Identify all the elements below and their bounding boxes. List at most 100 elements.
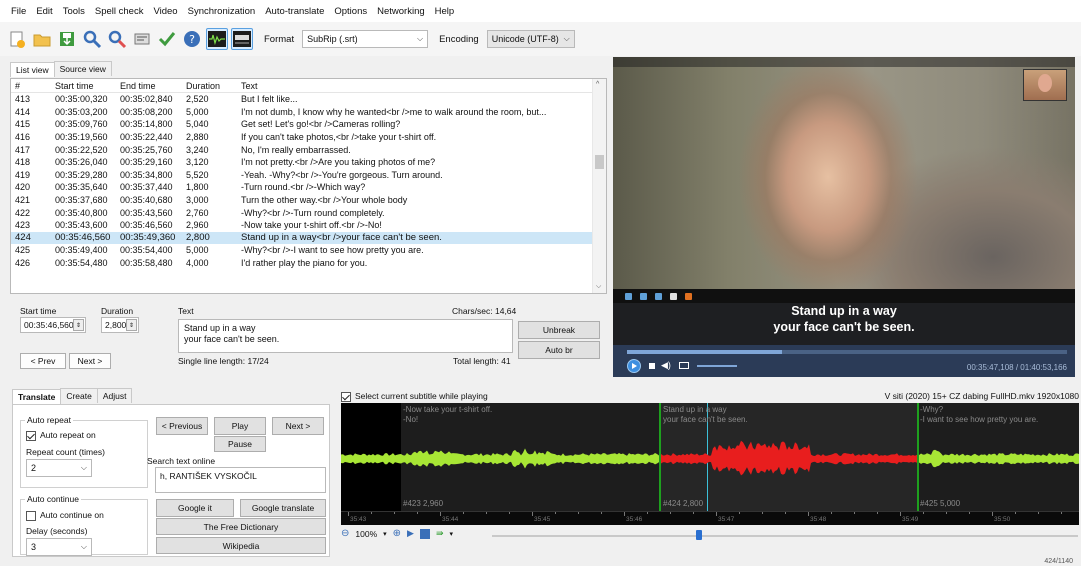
tab-translate[interactable]: Translate: [12, 389, 62, 404]
table-row[interactable]: 419 00:35:29,280 00:35:34,800 5,520 -Yeah. -…: [11, 169, 606, 182]
pause-button[interactable]: Pause: [214, 436, 266, 452]
menu-spell-check[interactable]: Spell check: [90, 6, 149, 17]
table-row[interactable]: 424 00:35:46,560 00:35:49,360 2,800 Stand up…: [11, 231, 606, 245]
table-row[interactable]: 421 00:35:37,680 00:35:40,680 3,000 Turn the…: [11, 194, 606, 207]
table-row[interactable]: 416 00:35:19,560 00:35:22,440 2,880 If you c…: [11, 131, 606, 144]
table-row[interactable]: 420 00:35:35,640 00:35:37,440 1,800 -Turn ro…: [11, 181, 606, 194]
menu-edit[interactable]: Edit: [31, 6, 57, 17]
table-row[interactable]: 422 00:35:40,800 00:35:43,560 2,760 -Why?<br…: [11, 206, 606, 219]
auto-continue-checkbox[interactable]: Auto continue on: [26, 510, 104, 521]
col-start-time[interactable]: Start time: [55, 81, 120, 91]
menu-tools[interactable]: Tools: [58, 6, 90, 17]
timeline-tick: [900, 512, 901, 516]
table-row[interactable]: 426 00:35:54,480 00:35:58,480 4,000 I'd rath…: [11, 257, 606, 270]
scroll-up-icon[interactable]: ^: [596, 81, 599, 88]
menu-auto-translate[interactable]: Auto-translate: [260, 6, 329, 17]
volume-slider[interactable]: [697, 365, 737, 367]
chevron-down-icon[interactable]: ▾: [450, 530, 454, 538]
list-scroll-thumb[interactable]: [595, 155, 604, 169]
new-file-icon[interactable]: [6, 28, 28, 50]
col-number[interactable]: #: [11, 81, 55, 91]
find-icon[interactable]: [81, 28, 103, 50]
fullscreen-icon[interactable]: [679, 362, 689, 369]
prev-button[interactable]: < Prev: [20, 353, 66, 369]
google-it-button[interactable]: Google it: [156, 499, 234, 517]
checkbox-checked-icon[interactable]: [341, 391, 351, 402]
video-player[interactable]: Stand up in a way your face can't be see…: [613, 57, 1075, 377]
start-time-field[interactable]: 00:35:46,560 ⇕: [20, 317, 86, 333]
checkbox-unchecked-icon[interactable]: [26, 510, 36, 521]
help-icon[interactable]: ?: [181, 28, 203, 50]
save-icon[interactable]: [56, 28, 78, 50]
tab-source-view[interactable]: Source view: [53, 61, 112, 76]
menu-video[interactable]: Video: [148, 6, 182, 17]
subtitle-text-editor[interactable]: Stand up in a way your face can't be see…: [178, 319, 513, 353]
fix-errors-icon[interactable]: [131, 28, 153, 50]
search-text-input[interactable]: h, RANTIŠEK VYSKOČIL: [155, 467, 326, 493]
table-row[interactable]: 423 00:35:43,600 00:35:46,560 2,960 -Now tak…: [11, 219, 606, 232]
next-subtitle-button[interactable]: Next >: [272, 417, 324, 435]
table-row[interactable]: 414 00:35:03,200 00:35:08,200 5,000 I'm not …: [11, 106, 606, 119]
play-selection-icon[interactable]: ▶: [407, 528, 414, 539]
checkbox-checked-icon[interactable]: [26, 430, 36, 441]
bottom-tabs: Translate Create Adjust: [12, 388, 133, 404]
cell-start-time: 00:35:26,040: [55, 157, 108, 168]
waveform-position-track[interactable]: [492, 535, 1078, 537]
menu-help[interactable]: Help: [430, 6, 460, 17]
google-translate-button[interactable]: Google translate: [240, 499, 326, 517]
auto-repeat-checkbox[interactable]: Auto repeat on: [26, 430, 96, 441]
zoom-in-icon[interactable]: ⊕: [393, 528, 401, 539]
menu-file[interactable]: File: [6, 6, 31, 17]
spectrogram-icon[interactable]: [419, 528, 430, 539]
play-button[interactable]: Play: [214, 417, 266, 435]
video-toggle-icon[interactable]: [231, 28, 253, 50]
table-row[interactable]: 418 00:35:26,040 00:35:29,160 3,120 I'm not …: [11, 156, 606, 169]
spin-icon[interactable]: ⇕: [126, 319, 137, 331]
list-scrollbar[interactable]: ^ ⌵: [592, 79, 606, 293]
chevron-down-icon[interactable]: ▾: [383, 530, 387, 538]
spell-check-icon[interactable]: [156, 28, 178, 50]
waveform-position-thumb[interactable]: [696, 530, 702, 540]
previous-button[interactable]: < Previous: [156, 417, 208, 435]
taskbar-icon: [625, 292, 632, 300]
volume-icon[interactable]: ◀): [661, 360, 671, 371]
menu-synchronization[interactable]: Synchronization: [183, 6, 261, 17]
table-row[interactable]: 425 00:35:49,400 00:35:54,400 5,000 -Why?<br…: [11, 244, 606, 257]
scroll-down-icon[interactable]: ⌵: [596, 283, 601, 291]
play-icon[interactable]: [627, 359, 641, 373]
stop-icon[interactable]: [649, 363, 655, 369]
free-dictionary-button[interactable]: The Free Dictionary: [156, 518, 326, 535]
col-end-time[interactable]: End time: [120, 81, 186, 91]
next-button[interactable]: Next >: [69, 353, 111, 369]
duration-field[interactable]: 2,800 ⇕: [101, 317, 139, 333]
tab-create[interactable]: Create: [60, 388, 98, 403]
zoom-out-icon[interactable]: ⊖: [341, 528, 349, 539]
replace-icon[interactable]: [106, 28, 128, 50]
menu-options[interactable]: Options: [329, 6, 372, 17]
table-row[interactable]: 417 00:35:22,520 00:35:25,760 3,240 No, I'm …: [11, 143, 606, 156]
wikipedia-button[interactable]: Wikipedia: [156, 537, 326, 554]
col-duration[interactable]: Duration: [186, 81, 241, 91]
unbreak-button[interactable]: Unbreak: [518, 321, 600, 339]
delay-select[interactable]: 3 ⌵: [26, 538, 92, 556]
waveform-timeline[interactable]: 35:43 35:44 35:45 35:46 35:47 35:48 35:49 35:50…: [341, 511, 1079, 525]
menu-networking[interactable]: Networking: [372, 6, 430, 17]
tab-list-view[interactable]: List view: [10, 62, 55, 77]
audio-waveform[interactable]: -Now take your t-shirt off. -No! Stand u…: [341, 403, 1079, 525]
select-current-checkbox[interactable]: Select current subtitle while playing: [341, 391, 488, 402]
repeat-count-select[interactable]: 2 ⌵: [26, 459, 92, 477]
col-text[interactable]: Text: [241, 81, 581, 91]
encoding-select[interactable]: Unicode (UTF-8) ⌵: [486, 30, 575, 48]
waveform-toggle-icon[interactable]: [206, 28, 228, 50]
tab-adjust[interactable]: Adjust: [96, 388, 133, 403]
seek-forward-icon[interactable]: ⇛: [436, 528, 444, 539]
auto-br-button[interactable]: Auto br: [518, 341, 600, 359]
table-row[interactable]: 415 00:35:09,760 00:35:14,800 5,040 Get set!…: [11, 118, 606, 131]
spin-icon[interactable]: ⇕: [73, 319, 84, 331]
open-folder-icon[interactable]: [31, 28, 53, 50]
zoom-value[interactable]: 100%: [355, 529, 377, 539]
subtitle-list[interactable]: # Start time End time Duration Text 413 0…: [10, 78, 607, 294]
format-select[interactable]: SubRip (.srt) ⌵: [302, 30, 429, 48]
waveform-red-selected: [661, 440, 917, 476]
table-row[interactable]: 413 00:35:00,320 00:35:02,840 2,520 But I fe…: [11, 93, 606, 106]
